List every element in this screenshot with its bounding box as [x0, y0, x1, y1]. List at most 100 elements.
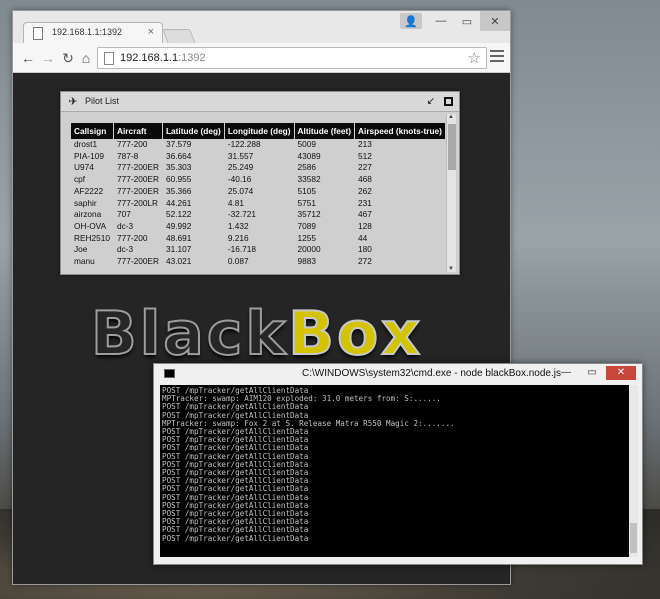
- column-header[interactable]: Aircraft: [113, 123, 162, 139]
- table-cell: Joe: [74, 244, 88, 255]
- table-cell: 468: [358, 174, 372, 185]
- table-cell: dc-3: [116, 244, 134, 255]
- table-row[interactable]: U974 777-200ER 35.303 25.249 2586 227: [71, 162, 445, 174]
- table-row[interactable]: OH-OVA dc-3 49.992 1.432 7089 128: [71, 221, 445, 233]
- table-cell: 777-200ER: [116, 162, 159, 173]
- cmd-icon: [164, 369, 175, 378]
- console-line: POST /mpTracker/getAllClientData: [162, 533, 309, 543]
- column-header[interactable]: Altitude (feet): [294, 123, 355, 139]
- maximize-button[interactable]: ▭: [582, 366, 602, 380]
- back-button[interactable]: ←: [19, 49, 37, 67]
- table-cell: 787-8: [116, 150, 139, 161]
- table-cell: 4.81: [227, 197, 244, 208]
- console-scrollbar[interactable]: [629, 385, 638, 557]
- table-cell: 467: [358, 209, 372, 220]
- scroll-up-icon[interactable]: ▲: [448, 114, 454, 120]
- table-cell: PIA-109: [74, 150, 104, 161]
- table-cell: 52.122: [165, 209, 192, 220]
- table-cell: OH-OVA: [74, 220, 107, 231]
- new-tab-button[interactable]: [162, 29, 196, 44]
- table-cell: 707: [116, 209, 131, 220]
- address-bar[interactable]: 192.168.1.1:1392 ☆: [97, 47, 487, 69]
- table-scrollbar[interactable]: ▲ ▼: [446, 114, 456, 272]
- close-button[interactable]: ✕: [606, 366, 636, 380]
- table-cell: saphir: [74, 197, 97, 208]
- user-icon[interactable]: 👤: [400, 13, 422, 29]
- table-cell: 5009: [297, 139, 317, 149]
- page-icon: [104, 52, 114, 65]
- table-cell: 49.992: [165, 220, 192, 231]
- table-cell: AF2222: [74, 185, 104, 196]
- table-cell: 777-200: [116, 139, 148, 149]
- blackbox-logo: BlackBox: [90, 298, 423, 370]
- console-titlebar: C:\WINDOWS\system32\cmd.exe - node black…: [154, 364, 642, 384]
- table-cell: -40.16: [227, 174, 252, 185]
- table-cell: 31.107: [165, 244, 192, 255]
- scroll-thumb[interactable]: [448, 124, 456, 170]
- table-row[interactable]: drost1 777-200 37.579 -122.288 5009 213: [71, 139, 445, 151]
- table-cell: 35.303: [165, 162, 192, 173]
- window-controls: 👤 — ▭ ✕: [400, 11, 510, 31]
- minimize-button[interactable]: —: [428, 11, 454, 31]
- table-row[interactable]: AF2222 777-200ER 35.366 25.074 5105 262: [71, 186, 445, 198]
- tab-strip: 192.168.1.1:1392 × 👤 — ▭ ✕: [13, 11, 510, 44]
- table-cell: 31.557: [227, 150, 254, 161]
- table-cell: REH2510: [74, 232, 110, 243]
- table-cell: 512: [358, 150, 372, 161]
- column-header[interactable]: Callsign: [71, 123, 113, 139]
- table-cell: 9.216: [227, 232, 249, 243]
- column-header[interactable]: Airspeed (knots-true): [355, 123, 445, 139]
- maximize-icon[interactable]: [444, 97, 453, 106]
- table-cell: 44.261: [165, 197, 192, 208]
- close-button[interactable]: ✕: [480, 11, 510, 31]
- table-cell: 777-200ER: [116, 185, 159, 196]
- column-header[interactable]: Latitude (deg): [162, 123, 224, 139]
- table-cell: 777-200ER: [116, 174, 159, 185]
- table-cell: 7089: [297, 220, 317, 231]
- table-cell: 43089: [297, 150, 321, 161]
- table-row[interactable]: REH2510 777-200 48.691 9.216 1255 44: [71, 233, 445, 245]
- table-cell: 48.691: [165, 232, 192, 243]
- pilot-list-panel: ✈ Pilot List ↙ Callsign Aircraft Latitude …: [60, 91, 460, 275]
- panel-title: Pilot List: [85, 96, 120, 106]
- close-tab-icon[interactable]: ×: [148, 26, 154, 38]
- browser-tab[interactable]: 192.168.1.1:1392 ×: [23, 22, 163, 44]
- scroll-thumb[interactable]: [630, 523, 637, 553]
- minimize-button[interactable]: —: [556, 366, 576, 380]
- table-row[interactable]: airzona 707 52.122 -32.721 35712 467: [71, 209, 445, 221]
- table-cell: drost1: [74, 139, 98, 149]
- reload-button[interactable]: ↻: [59, 49, 77, 67]
- shrink-icon[interactable]: ↙: [427, 96, 435, 107]
- panel-header: ✈ Pilot List ↙: [61, 92, 459, 112]
- table-cell: 777-200ER: [116, 256, 159, 267]
- table-cell: 272: [358, 256, 372, 267]
- table-cell: 1255: [297, 232, 317, 243]
- table-cell: 25.249: [227, 162, 254, 173]
- scroll-down-icon[interactable]: ▼: [448, 266, 454, 272]
- menu-icon[interactable]: [490, 50, 504, 64]
- maximize-button[interactable]: ▭: [454, 11, 480, 31]
- table-row[interactable]: saphir 777-200LR 44.261 4.81 5751 231: [71, 198, 445, 210]
- table-row[interactable]: cpf 777-200ER 60.955 -40.16 33582 468: [71, 174, 445, 186]
- url-text: 192.168.1.1:1392: [120, 52, 206, 64]
- home-button[interactable]: ⌂: [77, 49, 95, 67]
- table-cell: 262: [358, 185, 372, 196]
- console-window: C:\WINDOWS\system32\cmd.exe - node black…: [153, 363, 643, 565]
- table-cell: -32.721: [227, 209, 256, 220]
- table-cell: 25.074: [227, 185, 254, 196]
- table-cell: U974: [74, 162, 94, 173]
- column-header[interactable]: Longitude (deg): [224, 123, 294, 139]
- table-cell: 9883: [297, 256, 317, 267]
- table-cell: 128: [358, 220, 372, 231]
- tab-title: 192.168.1.1:1392: [52, 27, 123, 37]
- bookmark-star-icon[interactable]: ☆: [468, 49, 481, 67]
- forward-button[interactable]: →: [39, 49, 57, 67]
- table-header-row: Callsign Aircraft Latitude (deg) Longitude …: [71, 123, 445, 139]
- console-output[interactable]: POST /mpTracker/getAllClientData MPTracke…: [160, 385, 632, 557]
- table-cell: -16.718: [227, 244, 256, 255]
- table-row[interactable]: Joe dc-3 31.107 -16.718 20000 180: [71, 244, 445, 256]
- table-cell: 44: [358, 232, 368, 243]
- table-row[interactable]: manu 777-200ER 43.021 0.087 9883 272: [71, 256, 445, 268]
- table-cell: dc-3: [116, 220, 134, 231]
- table-row[interactable]: PIA-109 787-8 36.664 31.557 43089 512: [71, 151, 445, 163]
